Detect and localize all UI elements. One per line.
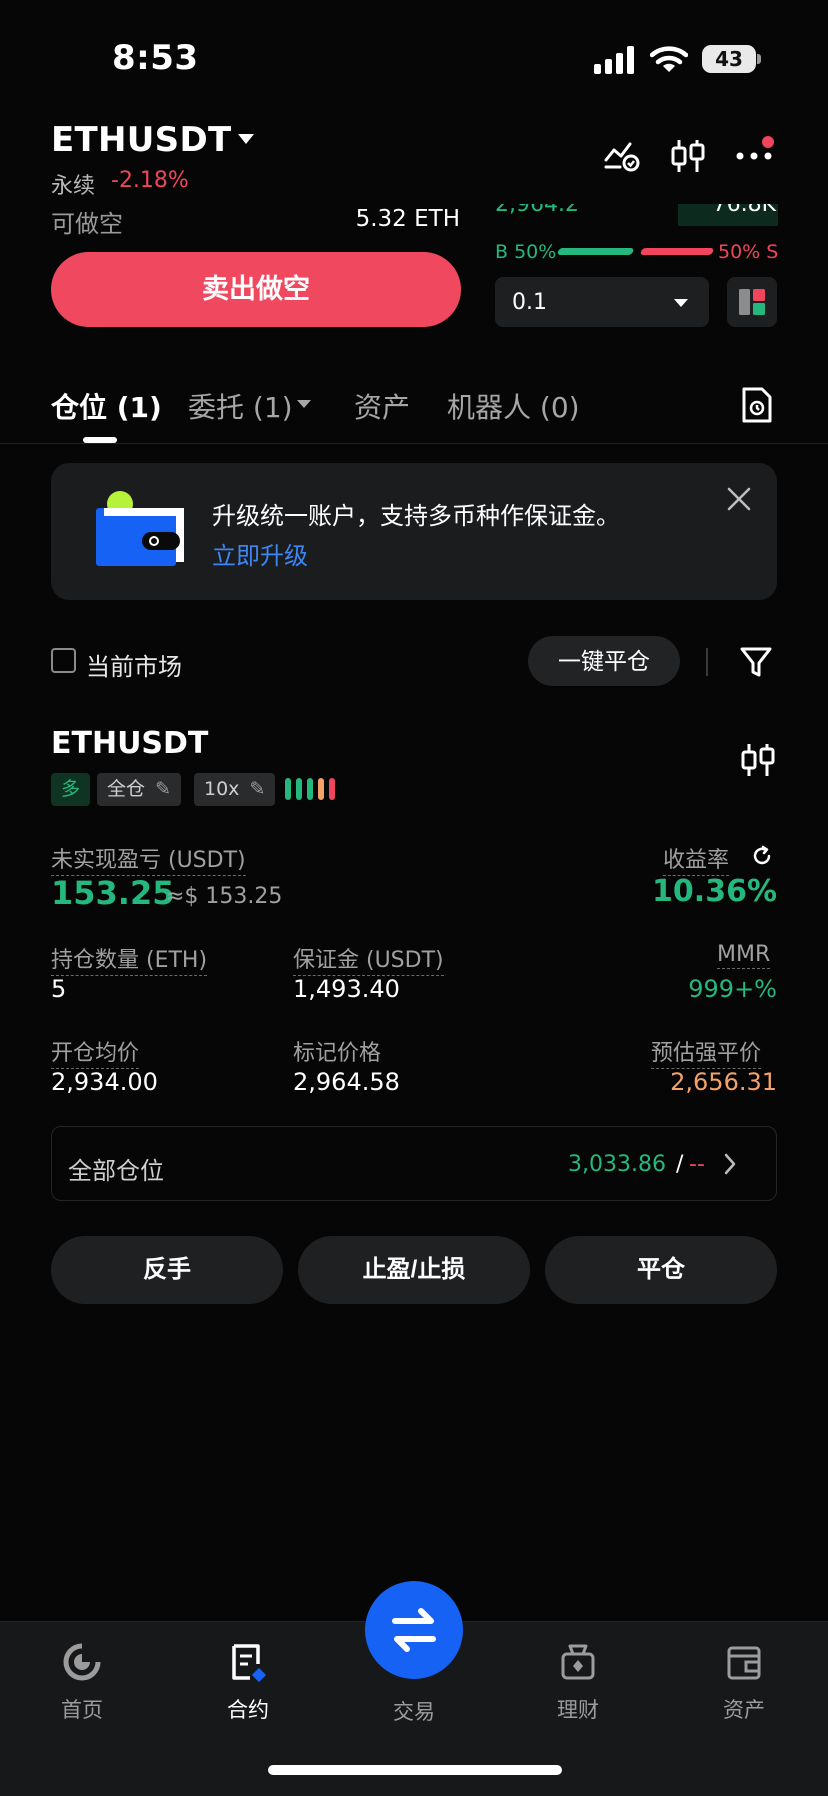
orderbook-layout-icon (739, 289, 765, 315)
chart-alert-icon[interactable] (602, 136, 642, 176)
margin-mode-tag[interactable]: 全仓 ✎ (97, 773, 181, 806)
contract-type: 永续 (51, 174, 96, 199)
available-label: 可做空 (51, 210, 123, 238)
position-symbol[interactable]: ETHUSDT (51, 726, 208, 761)
wallet-illustration-icon (96, 491, 184, 566)
nav-home[interactable]: 首页 (22, 1640, 142, 1724)
edit-icon: ✎ (155, 778, 171, 800)
nav-assets-label: 资产 (723, 1698, 765, 1722)
liq-price-value: 2,656.31 (670, 1068, 777, 1096)
nav-assets[interactable]: 资产 (684, 1640, 804, 1724)
candlestick-icon[interactable] (668, 136, 708, 176)
candlestick-icon[interactable] (738, 740, 778, 780)
upgrade-now-link[interactable]: 立即升级 (212, 536, 308, 571)
signal-icon (594, 46, 636, 74)
sell-short-button[interactable]: 卖出做空 (51, 252, 461, 327)
nav-contract[interactable]: 合约 (188, 1640, 308, 1724)
unrealized-pnl-usd: ≈$ 153.25 (166, 884, 283, 909)
wifi-icon (650, 46, 688, 72)
all-positions-liq: -- (689, 1152, 705, 1177)
close-all-button[interactable]: 一键平仓 (528, 636, 680, 686)
nav-trade-label[interactable]: 交易 (354, 1696, 474, 1726)
tab-assets[interactable]: 资产 (354, 386, 410, 426)
filter-separator (706, 648, 708, 676)
size-label: 持仓数量 (ETH) (51, 942, 208, 976)
filter-icon[interactable] (738, 644, 774, 680)
tab-orders-dropdown-icon[interactable] (297, 400, 311, 408)
size-value: 5 (51, 975, 67, 1003)
refresh-icon[interactable] (751, 845, 773, 867)
orderbook-layout-button[interactable] (727, 277, 777, 327)
reverse-button[interactable]: 反手 (51, 1236, 283, 1304)
nav-home-label: 首页 (61, 1698, 103, 1722)
liq-price-label: 预估强平价 (651, 1035, 762, 1069)
risk-level-bars (285, 778, 345, 800)
leverage-tag[interactable]: 10x ✎ (194, 773, 276, 806)
mmr-value: 999+% (688, 975, 777, 1003)
buy-ratio-bar (556, 248, 635, 255)
home-icon (63, 1643, 101, 1681)
symbol-dropdown-icon[interactable] (238, 134, 254, 144)
available-value: 5.32 ETH (355, 206, 460, 232)
tab-orders[interactable]: 委托 (1) (188, 386, 293, 426)
price-change: -2.18% (111, 168, 189, 193)
all-positions-value: 3,033.86 (568, 1152, 666, 1177)
margin-value: 1,493.40 (293, 975, 400, 1003)
unrealized-pnl-value: 153.25 (51, 874, 175, 912)
notification-dot (762, 136, 774, 148)
close-position-button[interactable]: 平仓 (545, 1236, 777, 1304)
all-positions-label: 全部仓位 (68, 1157, 164, 1185)
nav-contract-label: 合约 (227, 1698, 269, 1722)
trade-button[interactable] (365, 1581, 463, 1679)
buy-ratio: B 50% (495, 241, 557, 263)
wallet-icon (727, 1646, 761, 1680)
entry-price-label: 开仓均价 (51, 1035, 140, 1069)
edit-icon: ✎ (249, 778, 266, 800)
battery-tip (757, 54, 761, 64)
nav-finance[interactable]: 理财 (518, 1640, 638, 1724)
margin-mode-label: 全仓 (107, 778, 146, 800)
history-icon[interactable] (740, 386, 774, 424)
roe-value: 10.36% (652, 874, 777, 909)
status-time: 8:53 (112, 38, 199, 78)
unrealized-pnl-label: 未实现盈亏 (USDT) (51, 842, 246, 876)
side-tag: 多 (51, 773, 91, 806)
close-icon[interactable] (724, 484, 754, 514)
nav-finance-label: 理财 (557, 1698, 599, 1722)
chevron-down-icon (674, 299, 688, 307)
mark-price-value: 2,964.58 (293, 1068, 400, 1096)
depth-precision-value: 0.1 (512, 290, 547, 315)
current-market-checkbox[interactable] (51, 648, 76, 673)
sell-ratio-bar (639, 248, 715, 255)
finance-icon (561, 1644, 595, 1680)
leverage-label: 10x (204, 778, 240, 800)
all-positions-separator: / (676, 1152, 684, 1177)
margin-label: 保证金 (USDT) (293, 942, 444, 976)
banner-text: 升级统一账户，支持多币种作保证金。 (212, 502, 620, 530)
entry-price-value: 2,934.00 (51, 1068, 158, 1096)
battery-icon: 43 (702, 45, 756, 73)
current-market-label[interactable]: 当前市场 (86, 647, 182, 682)
chevron-right-icon (724, 1153, 736, 1175)
orderbook-clip (490, 186, 780, 204)
mmr-label: MMR (717, 942, 771, 969)
tab-bots[interactable]: 机器人 (0) (447, 386, 580, 426)
home-indicator (268, 1765, 562, 1775)
tab-positions[interactable]: 仓位 (1) (51, 386, 162, 426)
tabs-divider (0, 443, 828, 444)
roe-label: 收益率 (663, 842, 730, 876)
symbol-title[interactable]: ETHUSDT (51, 120, 231, 160)
mark-price-label: 标记价格 (293, 1041, 382, 1066)
sell-ratio: 50% S (718, 241, 779, 263)
contract-icon (232, 1644, 267, 1683)
swap-icon (392, 1608, 436, 1652)
tp-sl-button[interactable]: 止盈/止损 (298, 1236, 530, 1304)
